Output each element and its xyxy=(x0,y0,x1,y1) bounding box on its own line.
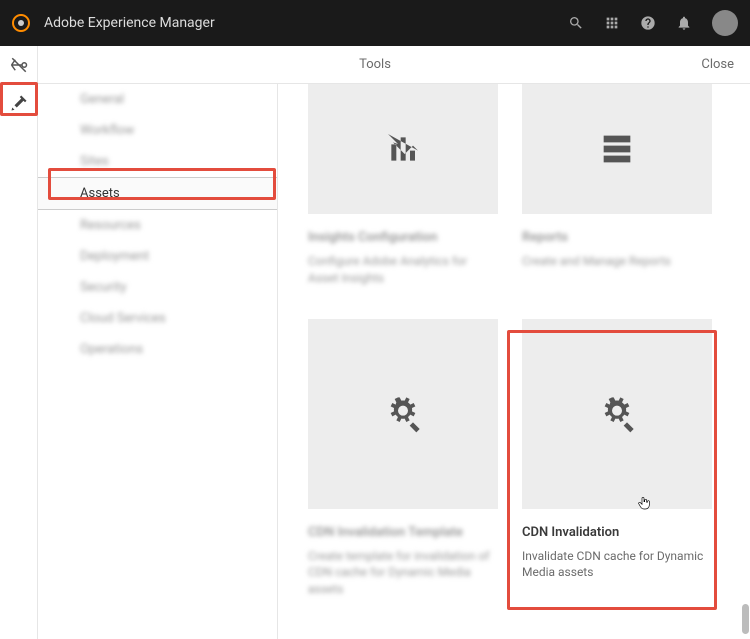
aem-logo-icon[interactable] xyxy=(12,14,30,32)
notifications-icon[interactable] xyxy=(676,15,692,31)
chart-up-icon xyxy=(383,129,423,169)
sidebar: General Workflow Sites Assets Resources … xyxy=(38,84,278,639)
sidebar-item-general[interactable]: General xyxy=(38,84,277,115)
sidebar-item-cloud-services[interactable]: Cloud Services xyxy=(38,303,277,334)
subheader-title: Tools xyxy=(359,46,391,84)
card-reports[interactable]: Reports Create and Manage Reports xyxy=(522,84,712,287)
card-title: CDN Invalidation Template xyxy=(308,525,498,540)
card-desc: Create template for invalidation of CDN … xyxy=(308,548,498,598)
main-content: Insights Configuration Configure Adobe A… xyxy=(278,84,750,639)
card-thumb[interactable] xyxy=(522,319,712,509)
sidebar-item-operations[interactable]: Operations xyxy=(38,334,277,365)
tools-hammer-icon[interactable] xyxy=(0,84,37,122)
sidebar-item-sites[interactable]: Sites xyxy=(38,146,277,177)
user-avatar[interactable] xyxy=(712,10,738,36)
sidebar-item-workflow[interactable]: Workflow xyxy=(38,115,277,146)
scrollbar-indicator[interactable] xyxy=(742,604,749,634)
close-button[interactable]: Close xyxy=(701,57,734,72)
card-desc: Create and Manage Reports xyxy=(522,253,712,270)
gears-edit-icon xyxy=(383,394,423,434)
apps-icon[interactable] xyxy=(604,15,620,31)
report-icon xyxy=(597,129,637,169)
gears-edit-icon xyxy=(597,394,637,434)
sidebar-item-assets[interactable]: Assets xyxy=(38,177,277,210)
card-insights-configuration[interactable]: Insights Configuration Configure Adobe A… xyxy=(308,84,498,287)
sidebar-item-security[interactable]: Security xyxy=(38,272,277,303)
card-title: Reports xyxy=(522,230,712,245)
card-cdn-invalidation-template[interactable]: CDN Invalidation Template Create templat… xyxy=(308,319,498,598)
help-icon[interactable] xyxy=(640,15,656,31)
card-title: CDN Invalidation xyxy=(522,525,712,540)
sidebar-item-resources[interactable]: Resources xyxy=(38,210,277,241)
card-title: Insights Configuration xyxy=(308,230,498,245)
card-cdn-invalidation[interactable]: CDN Invalidation Invalidate CDN cache fo… xyxy=(522,319,712,598)
card-desc: Invalidate CDN cache for Dynamic Media a… xyxy=(522,548,712,582)
app-title: Adobe Experience Manager xyxy=(44,15,554,31)
card-thumb[interactable] xyxy=(522,84,712,214)
search-icon[interactable] xyxy=(568,15,584,31)
sidebar-item-deployment[interactable]: Deployment xyxy=(38,241,277,272)
card-thumb[interactable] xyxy=(308,319,498,509)
card-thumb[interactable] xyxy=(308,84,498,214)
card-desc: Configure Adobe Analytics for Asset Insi… xyxy=(308,253,498,287)
